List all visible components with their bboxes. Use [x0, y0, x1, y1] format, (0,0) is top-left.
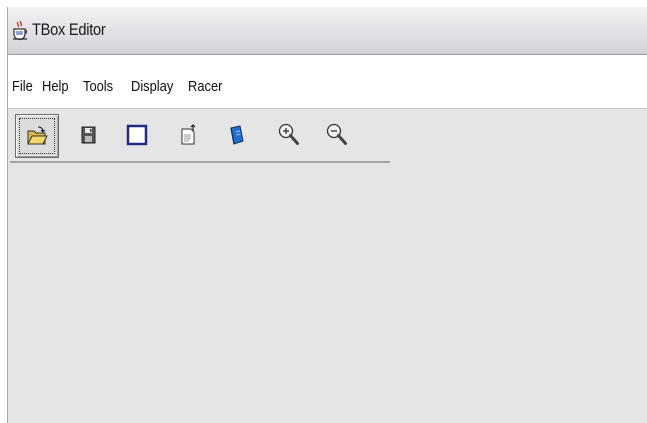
editor-canvas[interactable] [8, 165, 647, 423]
zoom-in-icon [277, 122, 301, 148]
zoom-out-button[interactable] [316, 114, 358, 156]
save-disk-icon [80, 125, 98, 145]
book-button[interactable] [216, 114, 258, 156]
export-button[interactable] [168, 114, 210, 156]
menu-help[interactable]: Help [42, 78, 69, 95]
menu-racer[interactable]: Racer [188, 78, 222, 95]
blue-book-icon [228, 124, 246, 146]
app-window: TBox Editor File Help Tools Display Race… [7, 7, 647, 423]
zoom-in-button[interactable] [268, 114, 310, 156]
title-bar[interactable]: TBox Editor [8, 7, 647, 55]
blank-square-icon [126, 124, 148, 146]
java-cup-icon [12, 20, 28, 41]
save-button[interactable] [68, 114, 110, 156]
menu-tools[interactable]: Tools [83, 78, 113, 95]
menu-display[interactable]: Display [131, 78, 173, 95]
document-export-icon [179, 124, 199, 146]
new-button[interactable] [116, 114, 158, 156]
open-folder-icon [26, 126, 48, 146]
open-button[interactable] [15, 114, 59, 158]
window-title: TBox Editor [32, 20, 106, 39]
zoom-out-icon [325, 122, 349, 148]
menu-file[interactable]: File [12, 78, 33, 95]
toolbar [10, 111, 390, 163]
